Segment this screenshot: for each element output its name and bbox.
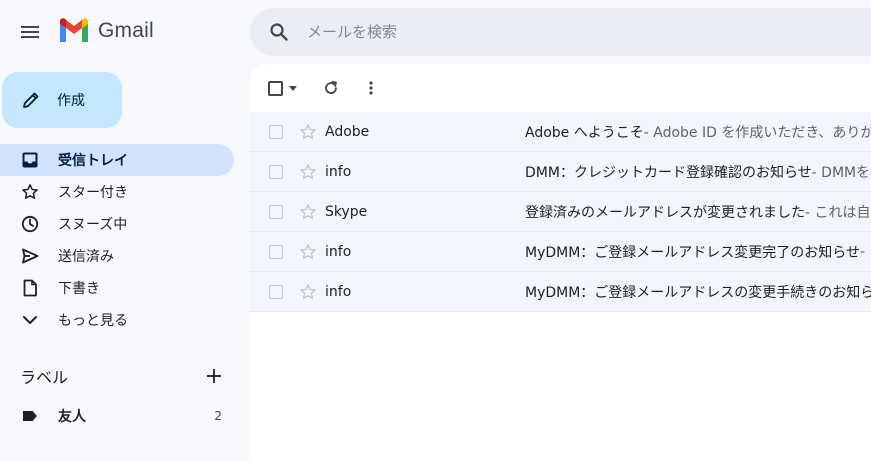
star-outline-icon: [300, 163, 316, 179]
email-snippet: - DMMをご利用いただき: [811, 164, 871, 181]
email-sender: info: [325, 163, 352, 180]
sidebar-item-label: スヌーズ中: [58, 217, 128, 233]
sidebar-item-label: 下書き: [58, 281, 100, 297]
clock-icon: [20, 214, 40, 234]
star-toggle[interactable]: [298, 122, 318, 142]
hamburger-menu-icon: [21, 26, 39, 38]
email-snippet: - これは自動送信メールです: [805, 204, 871, 221]
app-title: Gmail: [98, 19, 154, 42]
email-snippet: - Adobe ID を作成いただき、ありがとうございます: [643, 124, 871, 141]
more-options-button[interactable]: [355, 72, 387, 104]
email-subject: Adobe へようこそ: [525, 124, 644, 141]
search-bar[interactable]: [250, 8, 871, 56]
gmail-app: Gmail 作成 受信トレイ: [0, 0, 871, 461]
star-toggle[interactable]: [298, 242, 318, 262]
gmail-logo[interactable]: Gmail: [58, 18, 154, 44]
label-name: 友人: [58, 409, 86, 425]
email-row[interactable]: Adobe Adobe へようこそ - Adobe ID を作成いただき、ありが…: [250, 112, 871, 152]
star-icon: [20, 182, 40, 202]
search-button[interactable]: [259, 12, 299, 52]
pencil-icon: [21, 90, 41, 110]
gmail-m-icon: [60, 18, 88, 42]
label-count: 2: [214, 409, 222, 423]
refresh-button[interactable]: [315, 72, 347, 104]
caret-down-icon: [289, 85, 297, 91]
sidebar-label-friends[interactable]: 友人 2: [0, 400, 234, 432]
sidebar-item-more[interactable]: もっと見る: [0, 304, 234, 336]
star-outline-icon: [300, 243, 316, 259]
email-row[interactable]: info MyDMM：ご登録メールアドレスの変更手続きのお知らせ: [250, 272, 871, 312]
email-row[interactable]: info DMM：クレジットカード登録確認のお知らせ - DMMをご利用いただき: [250, 152, 871, 192]
email-checkbox[interactable]: [269, 284, 283, 299]
email-row[interactable]: info MyDMM：ご登録メールアドレス変更完了のお知らせ -: [250, 232, 871, 272]
select-all-checkbox[interactable]: [268, 80, 283, 96]
sidebar-item-inbox[interactable]: 受信トレイ: [0, 144, 234, 176]
sidebar-item-label: 送信済み: [58, 249, 114, 265]
more-vert-icon: [369, 81, 373, 95]
sidebar-item-sent[interactable]: 送信済み: [0, 240, 234, 272]
email-checkbox[interactable]: [269, 244, 283, 259]
add-label-button[interactable]: [202, 364, 226, 388]
email-list: Adobe Adobe へようこそ - Adobe ID を作成いただき、ありが…: [250, 112, 871, 312]
refresh-icon: [325, 80, 337, 94]
send-icon: [20, 246, 40, 266]
plus-icon: [207, 369, 221, 383]
mail-toolbar: [250, 64, 871, 112]
inbox-icon: [20, 150, 40, 170]
email-sender: Skype: [325, 203, 368, 220]
chevron-down-icon: [20, 310, 40, 330]
star-outline-icon: [300, 123, 316, 139]
email-row[interactable]: Skype 登録済みのメールアドレスが変更されました - これは自動送信メールで…: [250, 192, 871, 232]
email-checkbox[interactable]: [269, 124, 283, 139]
main-menu-button[interactable]: [14, 16, 46, 48]
sidebar-nav: 受信トレイ スター付き スヌーズ中 送信済み 下書き もっと見る: [0, 144, 250, 336]
search-input[interactable]: [307, 23, 707, 41]
labels-header: ラベル: [0, 360, 240, 392]
star-outline-icon: [300, 283, 316, 299]
search-icon: [270, 23, 288, 41]
compose-label: 作成: [57, 93, 85, 109]
select-all-dropdown[interactable]: [268, 80, 297, 96]
star-toggle[interactable]: [298, 282, 318, 302]
email-subject: 登録済みのメールアドレスが変更されました: [525, 204, 805, 221]
draft-icon: [20, 278, 40, 298]
email-checkbox[interactable]: [269, 204, 283, 219]
label-icon: [20, 406, 40, 426]
sidebar-item-label: もっと見る: [58, 313, 128, 329]
mail-list-panel: Adobe Adobe へようこそ - Adobe ID を作成いただき、ありが…: [250, 64, 871, 461]
email-subject: DMM：クレジットカード登録確認のお知らせ: [525, 164, 812, 181]
sidebar-item-snoozed[interactable]: スヌーズ中: [0, 208, 234, 240]
sidebar-item-starred[interactable]: スター付き: [0, 176, 234, 208]
email-subject: MyDMM：ご登録メールアドレスの変更手続きのお知らせ: [525, 284, 871, 301]
compose-button[interactable]: 作成: [2, 72, 122, 128]
sidebar-item-label: スター付き: [58, 185, 128, 201]
star-toggle[interactable]: [298, 162, 318, 182]
sidebar-item-drafts[interactable]: 下書き: [0, 272, 234, 304]
email-snippet: -: [860, 243, 866, 260]
sidebar-item-label: 受信トレイ: [58, 153, 128, 169]
email-sender: info: [325, 283, 352, 300]
labels-title: ラベル: [20, 368, 69, 387]
email-subject: MyDMM：ご登録メールアドレス変更完了のお知らせ: [525, 244, 861, 261]
email-checkbox[interactable]: [269, 164, 283, 179]
email-sender: info: [325, 243, 352, 260]
star-toggle[interactable]: [298, 202, 318, 222]
email-sender: Adobe: [325, 123, 370, 140]
star-outline-icon: [300, 203, 316, 219]
